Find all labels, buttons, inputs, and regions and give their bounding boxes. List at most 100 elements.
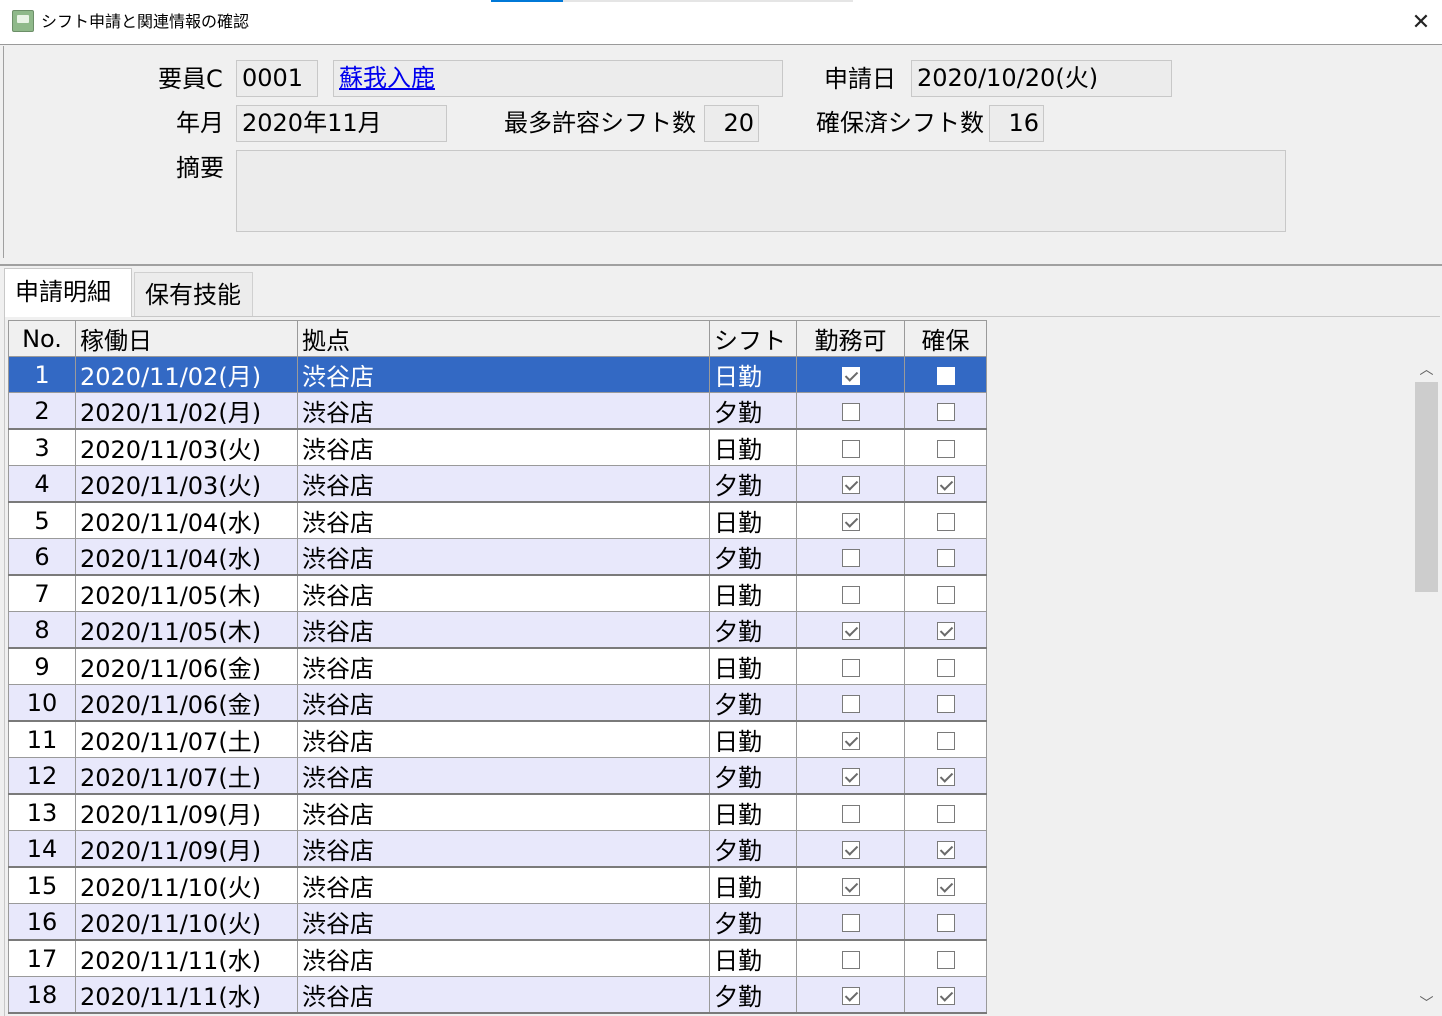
- table-row[interactable]: 7 2020/11/05(木) 渋谷店 日勤: [8, 574, 987, 612]
- secured-checkbox[interactable]: [936, 402, 955, 421]
- table-row[interactable]: 9 2020/11/06(金) 渋谷店 日勤: [8, 647, 987, 685]
- available-checkbox[interactable]: [841, 950, 860, 969]
- cell-available[interactable]: [796, 647, 905, 685]
- secured-checkbox[interactable]: [936, 877, 955, 896]
- max-shifts-field[interactable]: 20: [704, 105, 759, 142]
- cell-available[interactable]: [796, 428, 905, 466]
- cell-no[interactable]: 13: [8, 793, 76, 831]
- cell-site[interactable]: 渋谷店: [297, 903, 710, 941]
- cell-secured[interactable]: [904, 757, 987, 795]
- cell-secured[interactable]: [904, 939, 987, 977]
- cell-shift[interactable]: 日勤: [709, 866, 797, 904]
- cell-shift[interactable]: 日勤: [709, 647, 797, 685]
- cell-work-date[interactable]: 2020/11/05(木): [75, 611, 298, 649]
- cell-work-date[interactable]: 2020/11/09(月): [75, 830, 298, 868]
- vertical-scrollbar[interactable]: ︿ ﹀: [1413, 356, 1440, 1016]
- cell-work-date[interactable]: 2020/11/07(土): [75, 720, 298, 758]
- available-checkbox[interactable]: [841, 877, 860, 896]
- secured-checkbox[interactable]: [936, 767, 955, 786]
- available-checkbox[interactable]: [841, 439, 860, 458]
- available-checkbox[interactable]: [841, 840, 860, 859]
- cell-no[interactable]: 10: [8, 684, 76, 722]
- cell-site[interactable]: 渋谷店: [297, 866, 710, 904]
- cell-secured[interactable]: [904, 903, 987, 941]
- cell-work-date[interactable]: 2020/11/06(金): [75, 684, 298, 722]
- cell-secured[interactable]: [904, 356, 987, 393]
- cell-secured[interactable]: [904, 830, 987, 868]
- table-row[interactable]: 8 2020/11/05(木) 渋谷店 夕勤: [8, 611, 987, 649]
- cell-shift[interactable]: 日勤: [709, 793, 797, 831]
- available-checkbox[interactable]: [841, 548, 860, 567]
- cell-site[interactable]: 渋谷店: [297, 830, 710, 868]
- apply-date-field[interactable]: 2020/10/20(火): [911, 60, 1172, 97]
- available-checkbox[interactable]: [841, 621, 860, 640]
- cell-site[interactable]: 渋谷店: [297, 611, 710, 649]
- cell-available[interactable]: [796, 574, 905, 612]
- scroll-down-button[interactable]: ﹀: [1413, 990, 1440, 1016]
- cell-shift[interactable]: 夕勤: [709, 757, 797, 795]
- cell-shift[interactable]: 日勤: [709, 428, 797, 466]
- table-row[interactable]: 1 2020/11/02(月) 渋谷店 日勤: [8, 356, 987, 393]
- cell-shift[interactable]: 夕勤: [709, 684, 797, 722]
- cell-secured[interactable]: [904, 465, 987, 503]
- table-row[interactable]: 11 2020/11/07(土) 渋谷店 日勤: [8, 720, 987, 758]
- cell-site[interactable]: 渋谷店: [297, 538, 710, 576]
- cell-no[interactable]: 6: [8, 538, 76, 576]
- cell-shift[interactable]: 日勤: [709, 939, 797, 977]
- cell-available[interactable]: [796, 684, 905, 722]
- cell-secured[interactable]: [904, 428, 987, 466]
- cell-no[interactable]: 4: [8, 465, 76, 503]
- scroll-up-button[interactable]: ︿: [1413, 356, 1440, 382]
- cell-no[interactable]: 7: [8, 574, 76, 612]
- cell-secured[interactable]: [904, 720, 987, 758]
- cell-available[interactable]: [796, 611, 905, 649]
- cell-available[interactable]: [796, 830, 905, 868]
- cell-work-date[interactable]: 2020/11/11(水): [75, 976, 298, 1014]
- cell-no[interactable]: 11: [8, 720, 76, 758]
- cell-work-date[interactable]: 2020/11/04(水): [75, 501, 298, 539]
- cell-work-date[interactable]: 2020/11/11(水): [75, 939, 298, 977]
- cell-work-date[interactable]: 2020/11/03(火): [75, 428, 298, 466]
- cell-no[interactable]: 16: [8, 903, 76, 941]
- tab-application-details[interactable]: 申請明細: [4, 268, 132, 317]
- secured-checkbox[interactable]: [936, 548, 955, 567]
- available-checkbox[interactable]: [841, 512, 860, 531]
- cell-site[interactable]: 渋谷店: [297, 939, 710, 977]
- cell-shift[interactable]: 日勤: [709, 356, 797, 393]
- available-checkbox[interactable]: [841, 402, 860, 421]
- cell-work-date[interactable]: 2020/11/07(土): [75, 757, 298, 795]
- cell-shift[interactable]: 日勤: [709, 501, 797, 539]
- column-header-secured[interactable]: 確保: [904, 320, 987, 357]
- table-row[interactable]: 3 2020/11/03(火) 渋谷店 日勤: [8, 428, 987, 466]
- cell-available[interactable]: [796, 501, 905, 539]
- secured-checkbox[interactable]: [936, 694, 955, 713]
- year-month-field[interactable]: 2020年11月: [236, 105, 447, 142]
- available-checkbox[interactable]: [841, 913, 860, 932]
- scrollbar-thumb[interactable]: [1415, 382, 1438, 592]
- cell-shift[interactable]: 夕勤: [709, 392, 797, 430]
- cell-site[interactable]: 渋谷店: [297, 574, 710, 612]
- cell-no[interactable]: 5: [8, 501, 76, 539]
- cell-available[interactable]: [796, 903, 905, 941]
- tab-skills[interactable]: 保有技能: [134, 272, 253, 316]
- table-row[interactable]: 2 2020/11/02(月) 渋谷店 夕勤: [8, 392, 987, 430]
- table-row[interactable]: 14 2020/11/09(月) 渋谷店 夕勤: [8, 830, 987, 868]
- cell-site[interactable]: 渋谷店: [297, 392, 710, 430]
- cell-secured[interactable]: [904, 501, 987, 539]
- cell-shift[interactable]: 夕勤: [709, 903, 797, 941]
- staff-code-field[interactable]: 0001: [236, 60, 318, 97]
- cell-no[interactable]: 9: [8, 647, 76, 685]
- secured-checkbox[interactable]: [936, 804, 955, 823]
- cell-site[interactable]: 渋谷店: [297, 757, 710, 795]
- secured-checkbox[interactable]: [936, 475, 955, 494]
- cell-shift[interactable]: 夕勤: [709, 830, 797, 868]
- cell-site[interactable]: 渋谷店: [297, 501, 710, 539]
- cell-secured[interactable]: [904, 647, 987, 685]
- cell-available[interactable]: [796, 720, 905, 758]
- cell-work-date[interactable]: 2020/11/02(月): [75, 356, 298, 393]
- cell-secured[interactable]: [904, 611, 987, 649]
- cell-secured[interactable]: [904, 392, 987, 430]
- table-row[interactable]: 4 2020/11/03(火) 渋谷店 夕勤: [8, 465, 987, 503]
- secured-checkbox[interactable]: [936, 585, 955, 604]
- table-row[interactable]: 6 2020/11/04(水) 渋谷店 夕勤: [8, 538, 987, 576]
